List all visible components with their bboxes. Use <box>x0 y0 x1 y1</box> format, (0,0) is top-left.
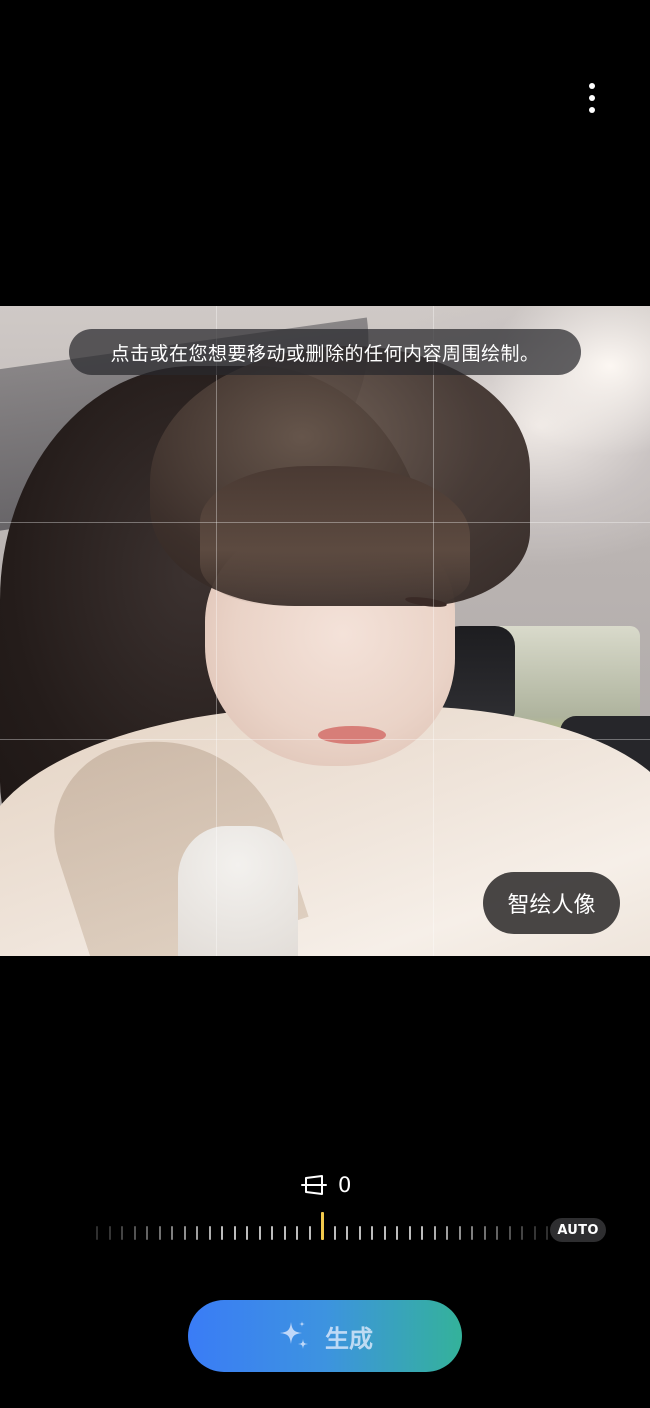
slider-tick <box>358 1226 361 1240</box>
slider-tick <box>371 1226 373 1240</box>
slider-tick <box>508 1226 511 1240</box>
slider-tick <box>421 1226 423 1240</box>
slider-tick <box>521 1226 523 1240</box>
more-vertical-icon-dot <box>589 95 595 101</box>
slider-tick <box>433 1226 436 1240</box>
slider-tick <box>346 1226 348 1240</box>
adjustment-value: 0 <box>338 1173 352 1197</box>
slider-tick <box>471 1226 473 1240</box>
slider-tick <box>233 1226 236 1240</box>
more-options-button[interactable] <box>572 78 612 118</box>
adjustment-readout: 0 <box>300 1170 351 1200</box>
more-vertical-icon-dot <box>589 107 595 113</box>
grid-line <box>216 306 217 956</box>
slider-tick <box>396 1226 398 1240</box>
slider-tick <box>258 1226 261 1240</box>
slider-tick <box>96 1226 98 1240</box>
portrait-button[interactable]: 智绘人像 <box>483 872 620 934</box>
grid-line <box>0 522 650 523</box>
slider-tick <box>221 1226 223 1240</box>
slider-tick <box>546 1226 548 1240</box>
photo-canvas[interactable]: 点击或在您想要移动或删除的任何内容周围绘制。 智绘人像 <box>0 306 650 956</box>
slider-tick <box>333 1226 336 1240</box>
slider-tick <box>458 1226 461 1240</box>
photo-subject <box>318 726 386 744</box>
slider-tick <box>296 1226 298 1240</box>
auto-button[interactable]: AUTO <box>550 1218 606 1242</box>
slider-tick <box>108 1226 111 1240</box>
slider-tick <box>196 1226 198 1240</box>
photo-subject <box>200 466 470 606</box>
slider-tick <box>496 1226 498 1240</box>
slider-tick <box>283 1226 286 1240</box>
slider-tick <box>133 1226 136 1240</box>
slider-tick <box>171 1226 173 1240</box>
sparkle-icon <box>280 1321 308 1349</box>
adjustment-slider[interactable] <box>96 1212 548 1252</box>
slider-tick <box>408 1226 411 1240</box>
slider-tick <box>483 1226 486 1240</box>
generate-label: 生成 <box>325 1324 373 1353</box>
slider-tick <box>158 1226 161 1240</box>
grid-line <box>433 306 434 956</box>
slider-tick <box>121 1226 123 1240</box>
slider-tick <box>208 1226 211 1240</box>
screen: 点击或在您想要移动或删除的任何内容周围绘制。 智绘人像 0 AUTO 生成 <box>0 0 650 1408</box>
more-vertical-icon <box>589 83 595 89</box>
slider-tick <box>308 1226 311 1240</box>
grid-line <box>0 739 650 740</box>
slider-tick <box>271 1226 273 1240</box>
slider-tick <box>246 1226 248 1240</box>
slider-center-indicator <box>321 1212 324 1240</box>
rotate-tilt-icon <box>301 1175 327 1195</box>
slider-tick <box>533 1226 536 1240</box>
slider-tick <box>383 1226 386 1240</box>
generate-button[interactable]: 生成 <box>188 1300 462 1372</box>
slider-tick <box>183 1226 186 1240</box>
instruction-hint: 点击或在您想要移动或删除的任何内容周围绘制。 <box>69 329 581 375</box>
photo-subject <box>178 826 298 956</box>
slider-tick <box>446 1226 448 1240</box>
slider-tick <box>146 1226 148 1240</box>
